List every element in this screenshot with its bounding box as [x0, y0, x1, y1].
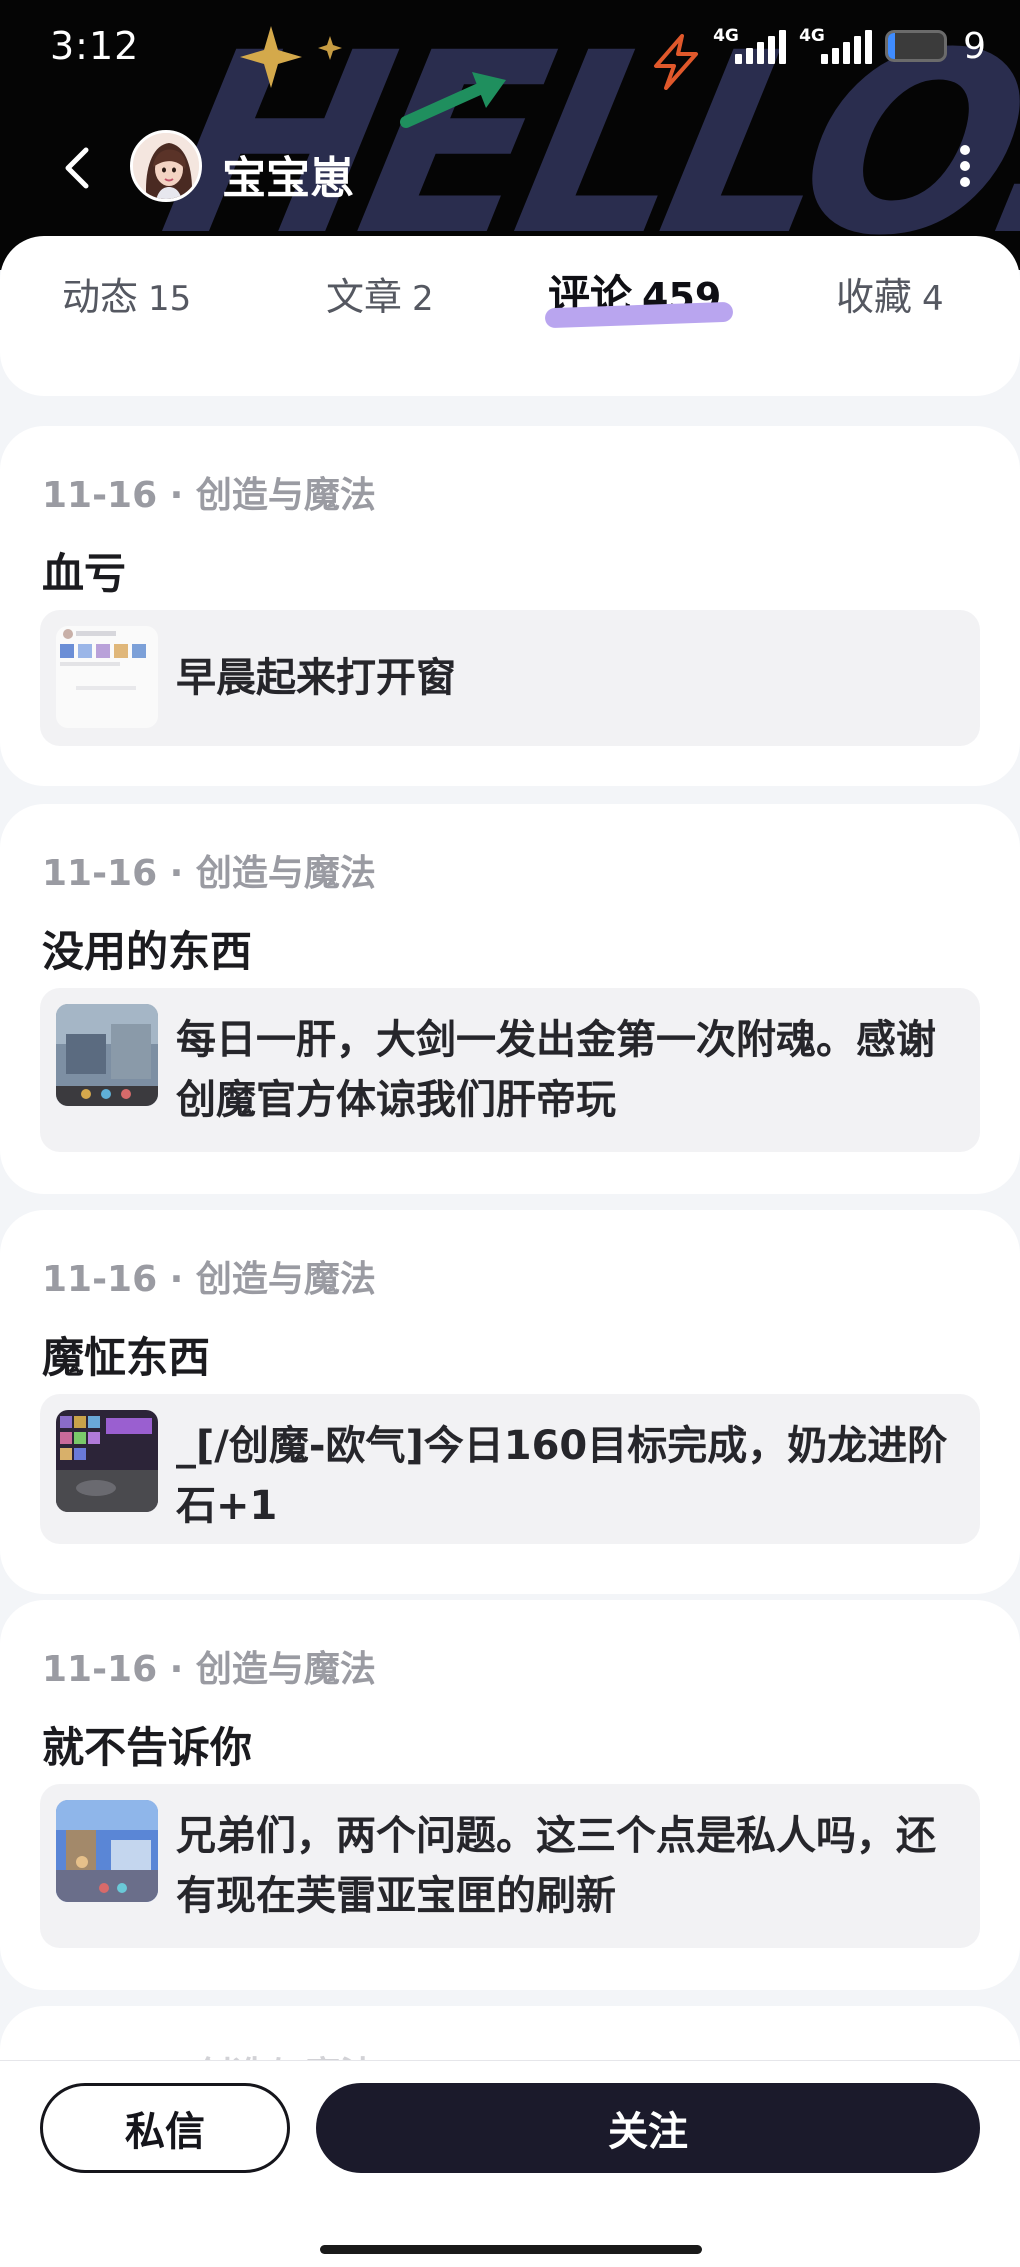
cellular-signal-2-icon: 4G	[799, 26, 875, 66]
comments-feed[interactable]: 11-16 · 创造与魔法 血亏 早晨起来打开窗 11-16 · 创造与魔法 没…	[0, 346, 1020, 2060]
quoted-post[interactable]: _[/创魔-欧气]今日160目标完成，奶龙进阶石+1	[40, 1394, 980, 1544]
quoted-post[interactable]: 每日一肝，大剑一发出金第一次附魂。感谢创魔官方体谅我们肝帝玩	[40, 988, 980, 1152]
back-arrow-icon[interactable]	[50, 140, 106, 196]
avatar[interactable]	[130, 130, 202, 202]
tab-count: 4	[922, 279, 944, 319]
quoted-post-text: _[/创魔-欧气]今日160目标完成，奶龙进阶石+1	[176, 1423, 948, 1529]
next-comment-card[interactable]: 11-16 · 创造与魔法	[0, 2006, 1020, 2060]
comment-meta: 11-16 · 创造与魔法	[42, 853, 376, 894]
follow-button[interactable]: 关注	[316, 2083, 980, 2173]
private-message-button[interactable]: 私信	[40, 2083, 290, 2173]
status-time: 3:12	[50, 24, 140, 68]
tab-count: 2	[412, 279, 434, 319]
avatar-illustration	[133, 133, 199, 199]
bottom-action-bar: 私信 关注	[0, 2060, 1020, 2267]
tab-label: 收藏	[836, 275, 913, 319]
quoted-post-text: 兄弟们，两个问题。这三个点是私人吗，还有现在芙雷亚宝匣的刷新	[176, 1813, 936, 1919]
comment-text: 血亏	[42, 549, 127, 598]
comment-card[interactable]: 11-16 · 创造与魔法 就不告诉你 兄弟们，两个问题。这三个点是私人吗，还有…	[0, 1600, 1020, 1990]
home-indicator[interactable]	[320, 2245, 702, 2254]
cellular-signal-icon: 4G	[713, 26, 789, 66]
tab-dynamics[interactable]: 动态 15	[62, 266, 191, 326]
profile-username: 宝宝崽	[222, 153, 354, 204]
status-indicators: 4G 4G 9	[713, 24, 986, 68]
tab-count: 15	[148, 279, 192, 319]
comment-card[interactable]: 11-16 · 创造与魔法 血亏 早晨起来打开窗	[0, 426, 1020, 786]
previous-comment-card	[0, 346, 1020, 396]
tab-label: 动态	[62, 275, 139, 319]
battery-level: 9	[963, 25, 986, 67]
quoted-post[interactable]: 兄弟们，两个问题。这三个点是私人吗，还有现在芙雷亚宝匣的刷新	[40, 1784, 980, 1948]
battery-icon	[885, 30, 948, 62]
comment-text: 魔怔东西	[42, 1333, 211, 1382]
comment-meta: 11-16 · 创造与魔法	[42, 1649, 376, 1690]
nav-bar: 宝宝崽	[0, 120, 1020, 212]
post-thumbnail	[56, 1004, 158, 1106]
comment-text: 没用的东西	[42, 927, 253, 976]
more-vertical-icon[interactable]	[940, 136, 990, 196]
comment-card[interactable]: 11-16 · 创造与魔法 魔怔东西 _[/创魔-欧气]今日160目标完成，奶龙…	[0, 1210, 1020, 1594]
comment-meta: 11-16 · 创造与魔法	[42, 2046, 376, 2060]
comment-meta: 11-16 · 创造与魔法	[42, 475, 376, 516]
profile-header: HELLO. 3:12 4G 4G 9 宝宝崽	[0, 0, 1020, 270]
quoted-post[interactable]: 早晨起来打开窗	[40, 610, 980, 746]
profile-comments-page: HELLO. 3:12 4G 4G 9 宝宝崽 动态 15 文章 2 评论 45…	[0, 0, 1020, 2267]
comment-card[interactable]: 11-16 · 创造与魔法 没用的东西 每日一肝，大剑一发出金第一次附魂。感谢创…	[0, 804, 1020, 1194]
quoted-post-text: 早晨起来打开窗	[176, 655, 456, 701]
comment-meta: 11-16 · 创造与魔法	[42, 1259, 376, 1300]
tab-articles[interactable]: 文章 2	[326, 266, 434, 326]
profile-tabs: 动态 15 文章 2 评论 459 收藏 4	[0, 236, 1020, 346]
post-thumbnail	[56, 1800, 158, 1902]
status-bar: 3:12 4G 4G 9	[0, 0, 1020, 92]
battery-fill	[888, 33, 895, 59]
quoted-post-text: 每日一肝，大剑一发出金第一次附魂。感谢创魔官方体谅我们肝帝玩	[176, 1017, 936, 1123]
post-thumbnail	[56, 1410, 158, 1512]
tab-label: 文章	[326, 275, 403, 319]
post-thumbnail	[56, 626, 158, 728]
comment-text: 就不告诉你	[42, 1723, 253, 1772]
tab-favorites[interactable]: 收藏 4	[836, 266, 944, 326]
